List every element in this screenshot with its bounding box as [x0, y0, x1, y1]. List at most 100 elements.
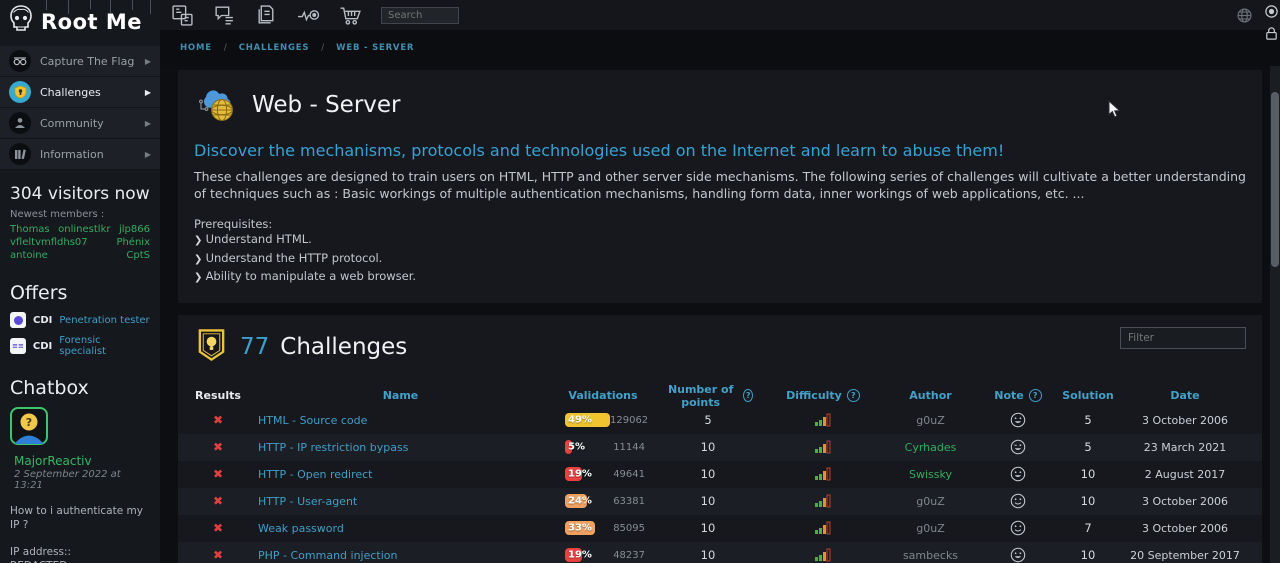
- challenge-link[interactable]: HTTP - User-agent: [258, 495, 357, 508]
- challenges-panel: 77 Challenges Results Name Validations N…: [178, 315, 1262, 563]
- record-icon[interactable]: [1264, 4, 1279, 19]
- not-solved-icon: ✖: [213, 467, 223, 481]
- challenges-count: 77: [240, 334, 269, 360]
- challenge-date: 23 March 2021: [1108, 441, 1262, 454]
- scrollbar-track[interactable]: [1270, 30, 1280, 563]
- sidebar-item-information[interactable]: Information ▶: [0, 139, 160, 170]
- difficulty-icon: [753, 521, 893, 535]
- breadcrumb-home[interactable]: HOME: [180, 43, 212, 53]
- page-title: Web - Server: [252, 92, 401, 118]
- sidebar-item-capture-the-flag[interactable]: Capture The Flag ▶: [0, 46, 160, 77]
- author-link[interactable]: g0uZ: [916, 414, 945, 427]
- help-icon[interactable]: ?: [743, 389, 753, 402]
- not-solved-icon: ✖: [213, 494, 223, 508]
- logo[interactable]: Root Me: [0, 0, 160, 42]
- help-icon[interactable]: ?: [1029, 389, 1042, 402]
- category-description-panel: Web - Server Discover the mechanisms, pr…: [178, 70, 1262, 303]
- sidebar-item-community[interactable]: Community ▶: [0, 108, 160, 139]
- column-header-results[interactable]: Results: [178, 389, 258, 402]
- offer-link[interactable]: Forensic specialist: [59, 335, 150, 357]
- forum-icon[interactable]: [213, 4, 236, 27]
- table-header-row: Results Name Validations Number of point…: [178, 383, 1262, 407]
- offers-title: Offers: [10, 282, 150, 304]
- member-link[interactable]: Thomas: [10, 223, 50, 236]
- solution-count-link[interactable]: 10: [1081, 467, 1096, 481]
- globe-icon[interactable]: [1237, 8, 1252, 23]
- table-row: ✖HTTP - User-agent24%6338110g0uZ103 Octo…: [178, 488, 1262, 515]
- challenge-link[interactable]: HTTP - IP restriction bypass: [258, 441, 408, 454]
- validation-percent-badge: 33%: [565, 521, 595, 535]
- column-header-note[interactable]: Note?: [968, 389, 1068, 402]
- solution-count-link[interactable]: 10: [1081, 494, 1096, 508]
- points-value: 10: [663, 467, 753, 481]
- points-value: 10: [663, 494, 753, 508]
- offer-link[interactable]: Penetration tester: [59, 315, 149, 326]
- training-icon[interactable]: [171, 4, 194, 27]
- breadcrumb-challenges[interactable]: CHALLENGES: [239, 43, 310, 53]
- author-link[interactable]: sambecks: [903, 549, 958, 562]
- column-header-validations[interactable]: Validations: [543, 389, 663, 402]
- member-link[interactable]: onlinestlkr: [58, 223, 110, 236]
- challenges-title: Challenges: [280, 334, 407, 360]
- note-emoji-icon: [968, 439, 1068, 455]
- points-value: 10: [663, 548, 753, 562]
- not-solved-icon: ✖: [213, 413, 223, 427]
- offer-penetration-tester[interactable]: CDI Penetration tester: [10, 312, 150, 328]
- chatbox-title: Chatbox: [10, 377, 150, 399]
- difficulty-icon: [753, 548, 893, 562]
- author-link[interactable]: Swissky: [909, 468, 952, 481]
- member-link[interactable]: antoine: [10, 249, 48, 262]
- solution-count-link[interactable]: 10: [1081, 548, 1096, 562]
- activity-target-icon[interactable]: [297, 4, 320, 27]
- challenge-link[interactable]: Weak password: [258, 522, 344, 535]
- newest-members-label: Newest members :: [10, 209, 150, 220]
- column-header-date[interactable]: Date: [1108, 389, 1262, 402]
- shield-icon: [9, 81, 31, 103]
- validations-cell: 5%11144: [543, 440, 663, 454]
- solution-count-link[interactable]: 5: [1084, 440, 1091, 454]
- scrollbar-thumb[interactable]: [1271, 92, 1279, 267]
- challenge-date: 3 October 2006: [1108, 522, 1262, 535]
- category-subtitle: Discover the mechanisms, protocols and t…: [194, 141, 1246, 160]
- author-link[interactable]: Cyrhades: [905, 441, 957, 454]
- column-header-solution[interactable]: Solution: [1068, 389, 1108, 402]
- author-link[interactable]: g0uZ: [916, 495, 945, 508]
- help-icon[interactable]: ?: [847, 389, 860, 402]
- challenge-link[interactable]: PHP - Command injection: [258, 549, 398, 562]
- cloud-globe-icon: [194, 82, 238, 128]
- prerequisite-item: Understand the HTTP protocol.: [194, 250, 1246, 269]
- member-link[interactable]: CptS: [126, 249, 150, 262]
- lock-icon[interactable]: [1264, 26, 1279, 41]
- chat-username-link[interactable]: MajorReactiv: [14, 454, 150, 468]
- sidebar-item-challenges[interactable]: Challenges ▶: [0, 77, 160, 108]
- newest-members-list: Thomas onlinestlkr jlp866 vfleltvmfldhs0…: [0, 223, 160, 262]
- avatar[interactable]: ?: [10, 430, 48, 449]
- validation-percent-badge: 5%: [565, 440, 572, 454]
- column-header-name[interactable]: Name: [258, 389, 543, 402]
- person-icon: [9, 112, 31, 134]
- member-link[interactable]: vfleltvmfldhs07: [10, 236, 88, 249]
- documents-icon[interactable]: [255, 4, 278, 27]
- member-link[interactable]: Phénix: [116, 236, 150, 249]
- filter-input[interactable]: [1120, 327, 1246, 349]
- table-row: ✖Weak password33%8509510g0uZ73 October 2…: [178, 515, 1262, 542]
- solution-count-link[interactable]: 5: [1084, 413, 1091, 427]
- column-header-author[interactable]: Author: [893, 389, 968, 402]
- visitors-count: 304 visitors now: [10, 184, 150, 204]
- challenge-link[interactable]: HTML - Source code: [258, 414, 367, 427]
- breadcrumb-separator: /: [321, 43, 324, 53]
- offer-forensic-specialist[interactable]: ≡≡ CDI Forensic specialist: [10, 335, 150, 357]
- not-solved-icon: ✖: [213, 521, 223, 535]
- challenge-link[interactable]: HTTP - Open redirect: [258, 468, 373, 481]
- member-link[interactable]: jlp866: [119, 223, 150, 236]
- search-input[interactable]: [381, 7, 459, 24]
- challenges-table-body: ✖HTML - Source code49%1290625g0uZ53 Octo…: [178, 407, 1262, 563]
- category-description: These challenges are designed to train u…: [194, 169, 1246, 202]
- difficulty-icon: [753, 494, 893, 508]
- column-header-points[interactable]: Number of points?: [663, 383, 753, 409]
- solution-count-link[interactable]: 7: [1084, 521, 1091, 535]
- sidebar-menu: Capture The Flag ▶ Challenges ▶ Communit…: [0, 46, 160, 170]
- author-link[interactable]: g0uZ: [916, 522, 945, 535]
- shop-cart-icon[interactable]: [339, 4, 362, 27]
- column-header-difficulty[interactable]: Difficulty?: [753, 389, 893, 402]
